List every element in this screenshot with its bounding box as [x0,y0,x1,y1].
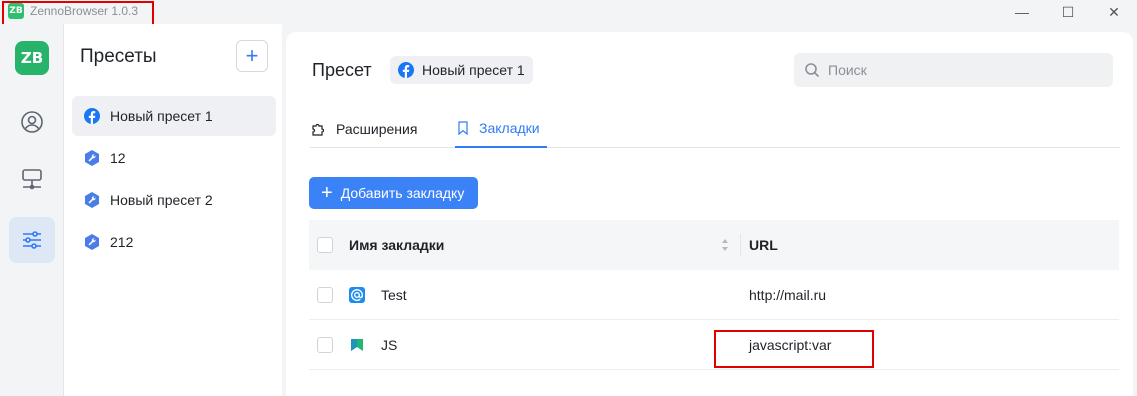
nav-proxies[interactable] [9,156,55,202]
preset-item-label: 12 [110,150,126,166]
row-checkbox[interactable] [317,337,333,353]
tab-label: Закладки [479,120,540,136]
tab-extensions[interactable]: Расширения [310,110,417,148]
bookmark-icon [458,121,468,136]
main-area: Пресет Новый пресет 1 Расширения Закладк… [282,24,1137,396]
select-all-checkbox[interactable] [317,237,333,253]
proxy-server-icon [22,169,42,190]
preset-item-label: 212 [110,234,134,250]
preset-item-label: Новый пресет 2 [110,192,213,208]
title-bar: ZB ZennoBrowser 1.0.3 — ☐ ✕ [0,0,1137,24]
bookmark-name: JS [381,336,398,353]
at-sign-icon [349,287,365,303]
column-separator [740,234,741,256]
add-bookmark-button[interactable]: + Добавить закладку [309,177,479,209]
table-row[interactable]: Test http://mail.ru [309,270,1119,320]
preset-item[interactable]: 212 [72,222,276,262]
row-checkbox[interactable] [317,287,333,303]
presets-panel: Пресеты + Новый пресет 1 12 Новый пресет… [64,24,282,396]
highlight-url-box [714,330,874,368]
column-header-name[interactable]: Имя закладки [349,237,444,253]
nav-presets[interactable] [9,217,55,263]
bookmark-url: http://mail.ru [749,286,827,303]
preset-item[interactable]: Новый пресет 1 [72,96,276,136]
profile-icon [21,111,43,133]
brand-logo-icon: ZB [15,41,49,75]
sort-icon[interactable] [721,237,729,253]
nav-profiles[interactable] [9,99,55,145]
tab-label: Расширения [336,121,418,137]
search-input[interactable] [828,62,1088,78]
sliders-icon [23,231,41,249]
puzzle-icon [312,123,325,136]
wrench-icon [85,234,99,250]
bookmark-name: Test [381,286,407,303]
preset-item-label: Новый пресет 1 [110,108,213,124]
page-title: Пресет [312,60,372,80]
tab-bar: Расширения Закладки [310,110,1120,148]
column-header-url: URL [749,237,778,253]
tab-bookmarks[interactable]: Закладки [455,110,547,148]
preset-card: Пресет Новый пресет 1 Расширения Закладк… [286,32,1133,396]
nav-rail: ZB [0,24,64,396]
preset-item[interactable]: Новый пресет 2 [72,180,276,220]
close-button[interactable]: ✕ [1091,0,1137,24]
facebook-icon [398,62,414,78]
add-bookmark-label: Добавить закладку [340,185,465,201]
bookmark-flag-icon [349,337,365,353]
wrench-icon [85,150,99,166]
facebook-icon [84,108,100,124]
presets-title: Пресеты [80,46,157,67]
search-icon [805,63,820,78]
maximize-button[interactable]: ☐ [1045,0,1091,24]
plus-icon: + [321,182,333,204]
minimize-button[interactable]: — [999,0,1045,24]
wrench-icon [85,192,99,208]
preset-item[interactable]: 12 [72,138,276,178]
search-box[interactable] [794,53,1113,87]
add-preset-button[interactable]: + [236,40,268,72]
table-header: Имя закладки URL [309,220,1119,270]
preset-chip-label: Новый пресет 1 [422,62,525,78]
window-controls: — ☐ ✕ [999,0,1137,24]
preset-chip: Новый пресет 1 [390,56,533,84]
